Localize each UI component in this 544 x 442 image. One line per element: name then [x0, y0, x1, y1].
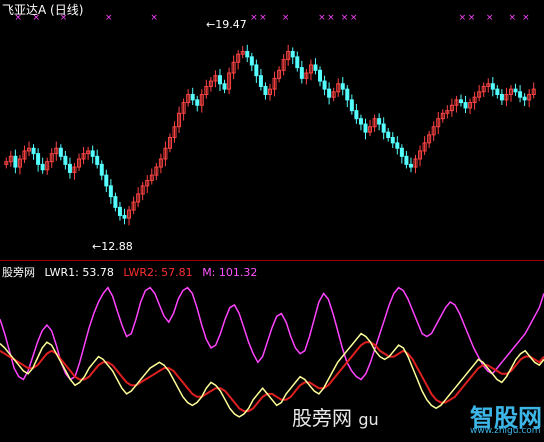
candle-body — [195, 99, 200, 106]
candle-body — [258, 75, 263, 87]
signal-marker: × — [282, 13, 290, 23]
candle-body — [395, 142, 400, 149]
signal-marker: × — [327, 13, 335, 23]
m-label: M: 101.32 — [202, 266, 258, 279]
candle-body — [295, 56, 300, 69]
candle-body — [345, 88, 350, 101]
signal-marker: × — [468, 13, 476, 23]
indicator-header: 股旁网 LWR1: 53.78 LWR2: 57.81 M: 101.32 — [2, 264, 263, 280]
candle-body — [31, 147, 36, 155]
signal-marker: × — [318, 13, 326, 23]
high-arrow: ← — [206, 18, 216, 31]
chart-title: 飞亚达A (日线) — [2, 1, 83, 18]
site-url: www.zhigu.com — [470, 426, 541, 436]
signal-marker: × — [486, 13, 494, 23]
high-annotation: ←19.47 — [206, 18, 247, 31]
signal-marker: × — [150, 13, 158, 23]
candle-body — [245, 51, 250, 58]
candle-body — [313, 64, 318, 71]
watermark-partial: gu — [358, 410, 379, 429]
candle-body — [104, 174, 109, 187]
signal-marker: × — [459, 13, 467, 23]
candle-body — [490, 83, 495, 90]
stock-name: 飞亚达A — [2, 3, 47, 17]
indicator-name: 股旁网 — [2, 266, 35, 279]
low-arrow: ← — [92, 240, 102, 253]
candle-body — [90, 150, 95, 157]
candle-body — [408, 163, 413, 168]
high-value: 19.47 — [215, 18, 247, 31]
candle-body — [122, 214, 127, 219]
candle-body — [458, 99, 463, 104]
candle-body — [318, 69, 323, 82]
candle-body — [190, 94, 195, 101]
candle-body — [495, 88, 500, 95]
candle-body — [222, 83, 227, 90]
candle-body — [358, 118, 363, 125]
candle-body — [254, 64, 259, 77]
lwr1-label: LWR1: 53.78 — [44, 266, 114, 279]
candle-body — [363, 123, 368, 133]
signal-marker: × — [259, 13, 267, 23]
candle-body — [322, 80, 327, 90]
candle-body — [249, 56, 254, 66]
m-line — [0, 286, 544, 381]
candle-body — [518, 91, 523, 98]
signal-marker: × — [105, 13, 113, 23]
candle-body — [290, 51, 295, 58]
candle-body — [99, 163, 104, 176]
candle-body — [95, 155, 100, 165]
candle-body — [340, 83, 345, 90]
candle-body — [67, 163, 72, 173]
indicator-chart[interactable] — [0, 261, 544, 442]
candle-body — [404, 155, 409, 165]
candle-body — [513, 88, 518, 93]
candlestick-chart[interactable]: × × × × × × × × × × × × × × × × × — [0, 0, 544, 260]
candle-body — [386, 131, 391, 138]
candle-body — [349, 99, 354, 112]
candle-body — [463, 102, 468, 109]
low-annotation: ←12.88 — [92, 240, 133, 253]
signal-marker: × — [341, 13, 349, 23]
candle-body — [522, 96, 527, 101]
candle-body — [217, 75, 222, 85]
candle-body — [36, 153, 41, 165]
candle-body — [377, 118, 382, 125]
period-label: (日线) — [50, 3, 84, 17]
watermark-main: 股旁网 — [292, 406, 352, 430]
signal-marker: × — [350, 13, 358, 23]
watermark-text: 股旁网 gu — [292, 402, 379, 431]
candle-body — [399, 147, 404, 157]
candle-body — [13, 155, 18, 168]
candle-body — [40, 163, 45, 171]
signal-marker: × — [508, 13, 516, 23]
candle-body — [263, 85, 268, 95]
lwr1-line — [0, 332, 544, 418]
candle-body — [299, 67, 304, 79]
candle-body — [354, 110, 359, 120]
low-value: 12.88 — [101, 240, 133, 253]
candle-body — [327, 88, 332, 98]
candle-body — [381, 123, 386, 133]
candle-body — [113, 196, 118, 208]
candle-body — [58, 147, 63, 157]
signal-marker: × — [250, 13, 258, 23]
candle-body — [117, 206, 122, 216]
candle-body — [499, 94, 504, 101]
lwr2-label: LWR2: 57.81 — [123, 266, 193, 279]
candle-body — [390, 137, 395, 144]
signal-marker: × — [522, 13, 530, 23]
candle-body — [108, 185, 113, 198]
candle-body — [63, 155, 68, 165]
